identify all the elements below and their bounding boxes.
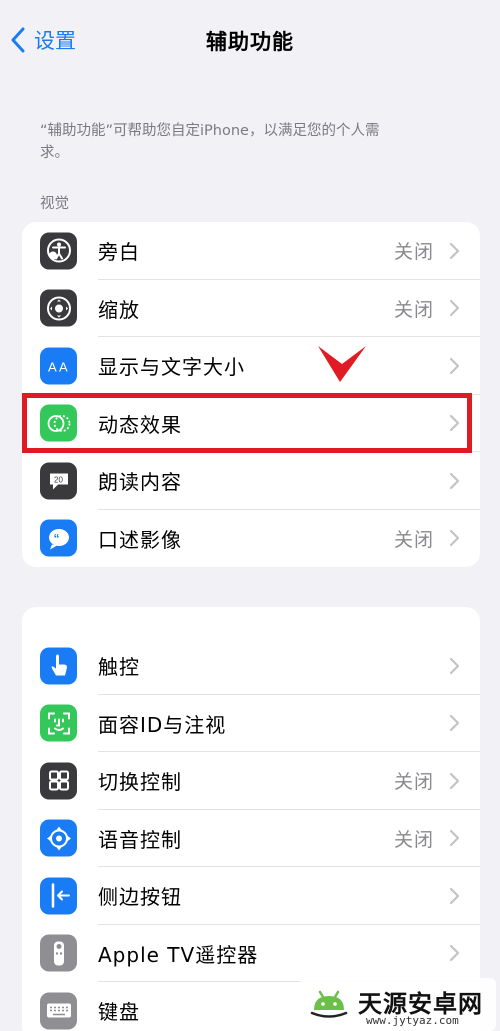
watermark: 天源安卓网 www.jytyaz.com [300, 978, 496, 1031]
settings-row-value: 关闭 [393, 298, 434, 321]
motion-icon [40, 404, 77, 442]
settings-row-touch[interactable]: 触控 [22, 637, 480, 695]
settings-row-label: 口述影像 [98, 527, 182, 552]
accessibility-description: “辅助功能”可帮助您自定iPhone，以满足您的个人需求。 [40, 123, 380, 161]
settings-row-label: 动态效果 [98, 412, 182, 437]
chevron-right-icon [449, 300, 460, 317]
settings-row-apple-tv-remote[interactable]: Apple TV遥控器 [22, 925, 480, 982]
text-size-icon: AA [40, 347, 77, 385]
arrow-down-icon [318, 346, 366, 382]
audio-description-icon: “ [40, 519, 77, 557]
chevron-right-icon [449, 887, 460, 904]
interaction-settings-group: 触控 面容ID与注视 切换控制 关闭 语音控制 关闭 侧边按钮 Apple TV… [22, 607, 480, 1031]
switch-control-icon [40, 762, 77, 800]
chevron-right-icon [449, 242, 460, 259]
settings-row-face-id[interactable]: 面容ID与注视 [22, 695, 480, 752]
zoom-icon [40, 289, 77, 327]
side-button-icon [40, 877, 77, 915]
chevron-right-icon [449, 530, 460, 547]
settings-row-label: 缩放 [98, 297, 140, 322]
settings-row-label: 键盘 [98, 1000, 140, 1025]
keyboard-icon [40, 992, 77, 1030]
settings-row-voice-control[interactable]: 语音控制 关闭 [22, 810, 480, 867]
settings-row-switch-control[interactable]: 切换控制 关闭 [22, 752, 480, 810]
section-header-vision: 视觉 [40, 196, 69, 212]
settings-row-label: Apple TV遥控器 [98, 942, 259, 967]
settings-row-value: 关闭 [393, 771, 434, 794]
svg-text:A: A [59, 360, 68, 375]
settings-row-spoken-content[interactable]: 20 朗读内容 [22, 452, 480, 510]
svg-text:A: A [48, 360, 57, 375]
settings-row-motion[interactable]: 动态效果 [22, 395, 480, 452]
chevron-right-icon [449, 715, 460, 732]
chevron-right-icon [449, 772, 460, 789]
chevron-right-icon [449, 415, 460, 432]
svg-text:“: “ [53, 531, 59, 545]
settings-row-audio-description[interactable]: “ 口述影像 关闭 [22, 510, 480, 568]
settings-row-label: 侧边按钮 [98, 885, 182, 910]
settings-row-label: 面容ID与注视 [98, 712, 227, 737]
settings-row-value: 关闭 [393, 528, 434, 551]
settings-row-label: 朗读内容 [98, 470, 182, 495]
spoken-content-icon: 20 [40, 462, 77, 500]
chevron-right-icon [449, 357, 460, 374]
settings-row-label: 语音控制 [98, 827, 182, 852]
svg-text:20: 20 [54, 476, 63, 485]
settings-row-side-button[interactable]: 侧边按钮 [22, 867, 480, 925]
touch-icon [40, 647, 77, 685]
android-logo-icon [310, 990, 348, 1018]
settings-row-display-text-size[interactable]: AA 显示与文字大小 [22, 337, 480, 395]
settings-row-label: 显示与文字大小 [98, 355, 245, 380]
settings-row-zoom[interactable]: 缩放 关闭 [22, 280, 480, 337]
chevron-right-icon [449, 472, 460, 489]
settings-row-value: 关闭 [393, 241, 434, 264]
vision-settings-group: 旁白 关闭 缩放 关闭 AA 显示与文字大小 动态效果 20 朗读内容 “ 口述… [22, 222, 480, 567]
navigation-bar: 设置 辅助功能 [0, 0, 500, 80]
settings-row-label: 触控 [98, 655, 140, 680]
settings-row-value: 关闭 [393, 828, 434, 851]
watermark-url: www.jytyaz.com [366, 1014, 459, 1027]
settings-row-voiceover[interactable]: 旁白 关闭 [22, 222, 480, 280]
face-id-icon [40, 704, 77, 742]
voice-control-icon [40, 819, 77, 857]
voiceover-icon [40, 232, 77, 270]
chevron-right-icon [449, 657, 460, 674]
settings-row-label: 切换控制 [98, 770, 182, 795]
chevron-right-icon [449, 830, 460, 847]
chevron-right-icon [449, 945, 460, 962]
apple-tv-remote-icon [40, 934, 77, 972]
page-title: 辅助功能 [206, 30, 294, 54]
settings-row-label: 旁白 [98, 240, 140, 265]
